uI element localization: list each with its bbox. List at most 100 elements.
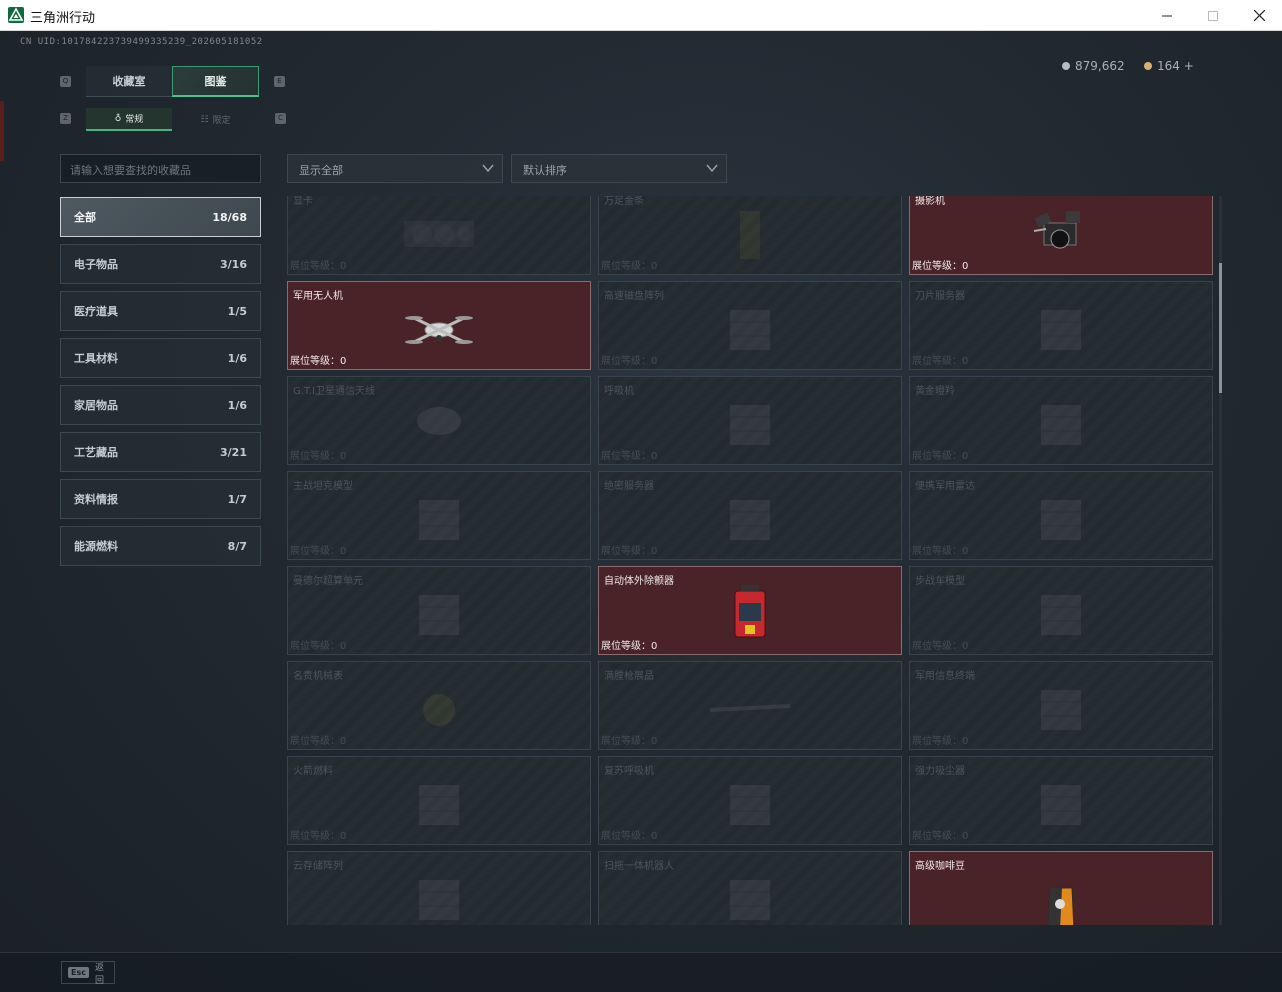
category-item[interactable]: 资料情报 1/7 <box>60 479 261 519</box>
card-name: 扫拖一体机器人 <box>604 861 674 872</box>
collection-card[interactable]: 曼德尔超算单元 展位等级：0 <box>287 566 591 655</box>
card-level-label: 展位等级： <box>601 261 651 272</box>
collection-card[interactable]: 高速磁盘阵列 展位等级：0 <box>598 281 902 370</box>
collection-card[interactable]: 摄影机 展位等级：0 <box>909 196 1213 275</box>
tab-catalog[interactable]: 图鉴 <box>172 66 259 97</box>
card-name: 名贵机械表 <box>293 671 343 682</box>
collection-card[interactable]: 主战坦克模型 展位等级：0 <box>287 471 591 560</box>
currency-gold[interactable]: 164 + <box>1144 59 1194 73</box>
close-button[interactable] <box>1236 0 1282 31</box>
gold-amount: 164 + <box>1157 59 1194 73</box>
card-level-value: 0 <box>651 261 658 272</box>
card-level-label: 展位等级： <box>290 831 340 842</box>
terminal-icon <box>1016 676 1106 744</box>
category-item[interactable]: 医疗道具 1/5 <box>60 291 261 331</box>
minimize-button[interactable] <box>1144 0 1190 31</box>
collection-card[interactable]: 云存储阵列展位等级：0 <box>287 851 591 925</box>
card-level-value: 0 <box>962 451 969 462</box>
collection-card[interactable]: 步战车模型 展位等级：0 <box>909 566 1213 655</box>
card-level-value: 0 <box>340 736 347 747</box>
card-name: 云存储阵列 <box>293 861 343 872</box>
card-level-value: 0 <box>962 736 969 747</box>
collection-card[interactable]: 名贵机械表展位等级：0 <box>287 661 591 750</box>
gazelle-statue-icon <box>1016 391 1106 459</box>
next-tab-key-icon: E <box>274 76 285 87</box>
fuel-icon <box>394 771 484 839</box>
app-window: 三角洲行动 CN UID:101784223739499335239_20260… <box>0 0 1282 992</box>
silver-coin-icon <box>1062 62 1070 70</box>
vacuum-icon <box>1016 771 1106 839</box>
card-level-value: 0 <box>340 451 347 462</box>
collection-card[interactable]: 绝密服务器 展位等级：0 <box>598 471 902 560</box>
category-item[interactable]: 电子物品 3/16 <box>60 244 261 284</box>
collection-card[interactable]: 显卡 展位等级：0 <box>287 196 591 275</box>
collection-card[interactable]: 呼吸机 展位等级：0 <box>598 376 902 465</box>
card-level: 展位等级：0 <box>601 827 657 842</box>
collection-card[interactable]: 火箭燃料 展位等级：0 <box>287 756 591 845</box>
category-item[interactable]: 工具材料 1/6 <box>60 338 261 378</box>
collection-card[interactable]: 高级咖啡豆展位等级：0 <box>909 851 1213 925</box>
card-level-value: 0 <box>651 546 658 557</box>
card-level-label: 展位等级： <box>290 261 340 272</box>
card-level-label: 展位等级： <box>290 356 340 367</box>
filter-dropdown[interactable]: 显示全部 <box>287 154 503 183</box>
category-item[interactable]: 家居物品 1/6 <box>60 385 261 425</box>
card-name: 强力吸尘器 <box>915 766 965 777</box>
limited-icon: ☷ <box>200 114 209 125</box>
collection-card[interactable]: 强力吸尘器 展位等级：0 <box>909 756 1213 845</box>
collection-card[interactable]: 自动体外除颤器 展位等级：0 <box>598 566 902 655</box>
subtab-regular-label: 常规 <box>125 115 144 125</box>
back-button[interactable]: Esc 返回 <box>61 961 115 986</box>
card-level: 展位等级：0 <box>290 732 346 747</box>
card-name: 万足金条 <box>604 196 644 207</box>
card-level: 展位等级：0 <box>290 352 346 367</box>
back-label: 返回 <box>94 962 104 986</box>
card-name: 高级咖啡豆 <box>915 861 965 872</box>
card-level-value: 0 <box>962 356 969 367</box>
category-label: 全部 <box>74 211 96 224</box>
collection-card[interactable]: 扫拖一体机器人展位等级：0 <box>598 851 902 925</box>
card-level-label: 展位等级： <box>601 736 651 747</box>
card-name: 刀片服务器 <box>915 291 965 302</box>
card-name: 复苏呼吸机 <box>604 766 654 777</box>
collection-card[interactable]: 万足金条展位等级：0 <box>598 196 902 275</box>
card-level-label: 展位等级： <box>912 546 962 557</box>
maximize-button[interactable] <box>1190 0 1236 31</box>
subtab-regular[interactable]: ♁ 常规 <box>86 108 172 131</box>
category-count: 18/68 <box>212 210 247 224</box>
category-count: 1/6 <box>227 398 247 412</box>
category-label: 工具材料 <box>74 352 118 365</box>
tab-collection-room[interactable]: 收藏室 <box>86 66 172 97</box>
subtab-limited[interactable]: ☷ 限定 <box>172 108 259 131</box>
card-level: 展位等级：0 <box>290 922 346 925</box>
rifle-icon <box>705 676 795 744</box>
collection-card[interactable]: 军用信息终端 展位等级：0 <box>909 661 1213 750</box>
card-level-value: 0 <box>651 736 658 747</box>
tank-model-icon <box>394 486 484 554</box>
collection-card[interactable]: 刀片服务器 展位等级：0 <box>909 281 1213 370</box>
card-level: 展位等级：0 <box>912 922 968 925</box>
collection-card[interactable]: G.T.I卫星通信天线 展位等级：0 <box>287 376 591 465</box>
card-level-label: 展位等级： <box>912 451 962 462</box>
category-item[interactable]: 全部 18/68 <box>60 197 261 237</box>
category-item[interactable]: 工艺藏品 3/21 <box>60 432 261 472</box>
category-item[interactable]: 能源燃料 8/7 <box>60 526 261 566</box>
card-level-value: 0 <box>651 831 658 842</box>
collection-card[interactable]: 复苏呼吸机展位等级：0 <box>598 756 902 845</box>
card-level-label: 展位等级： <box>601 451 651 462</box>
ventilator-icon <box>705 391 795 459</box>
card-level-label: 展位等级： <box>601 641 651 652</box>
collection-card[interactable]: 军用无人机展位等级：0 <box>287 281 591 370</box>
defibrillator-icon <box>705 581 795 649</box>
edge-decoration <box>0 101 4 161</box>
collection-card[interactable]: 黄金瞪羚 展位等级：0 <box>909 376 1213 465</box>
player-uid: CN UID:101784223739499335239_20260518105… <box>20 37 263 47</box>
search-input[interactable]: 请输入想要查找的收藏品 <box>60 154 261 183</box>
collection-card[interactable]: 便携军用雷达 展位等级：0 <box>909 471 1213 560</box>
collection-card[interactable]: 满膛枪展品 展位等级：0 <box>598 661 902 750</box>
coffee-bag-icon <box>1016 866 1106 925</box>
ifv-model-icon <box>1016 581 1106 649</box>
scrollbar-thumb[interactable] <box>1219 263 1222 393</box>
sort-dropdown[interactable]: 默认排序 <box>511 154 727 183</box>
card-name: 军用无人机 <box>293 291 343 302</box>
